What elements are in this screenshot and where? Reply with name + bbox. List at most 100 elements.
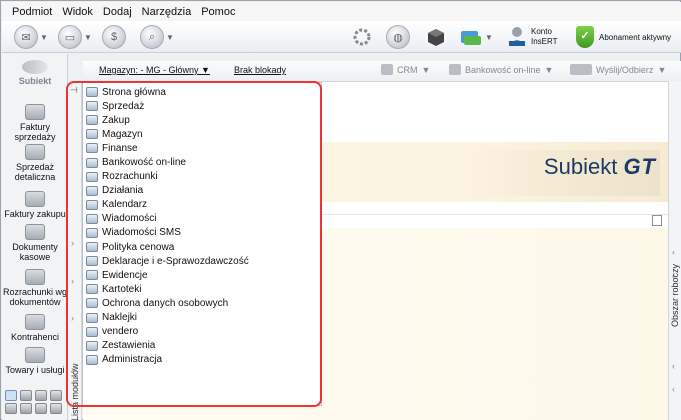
sms-icon (86, 227, 98, 238)
module-label: Zakup (102, 114, 130, 126)
nav-label: Kontrahenci (10, 332, 60, 342)
new-document-button[interactable]: ✉ ▼ (14, 25, 48, 49)
document-icon[interactable] (652, 215, 662, 226)
chevron-down-icon: ▼ (40, 32, 48, 42)
module-label: Naklejki (102, 312, 138, 324)
nav-faktury-sprzedazy[interactable]: Faktury sprzedaży (2, 104, 68, 142)
price-policy-icon (86, 242, 98, 253)
shortcut-icon[interactable] (5, 403, 17, 414)
shortcut-icon[interactable] (20, 403, 32, 414)
home-icon (86, 87, 98, 98)
reports-icon (86, 340, 98, 351)
module-item[interactable]: Zakup (83, 113, 321, 127)
magazyn-selector[interactable]: Magazyn: - MG - Główny ▼ (99, 65, 210, 75)
module-item[interactable]: Działania (83, 184, 321, 198)
shortcut-icon[interactable] (50, 390, 62, 401)
module-item[interactable]: Bankowość on-line (83, 155, 321, 169)
module-item[interactable]: Kalendarz (83, 198, 321, 212)
module-item[interactable]: Ochrona danych osobowych (83, 296, 321, 310)
cash-button[interactable]: $ (102, 25, 126, 49)
main-toolbar: ✉ ▼ ▭ ▼ $ ⌕ ▼ ◍ ▼ Konto InsERT ✓ Aboname… (2, 21, 681, 53)
cube-icon (424, 25, 448, 49)
module-item[interactable]: Polityka cenowa (83, 240, 321, 254)
module-item[interactable]: Zestawienia (83, 339, 321, 353)
chevron-right-icon: › (71, 238, 74, 248)
cards-icon (86, 284, 98, 295)
module-label: Polityka cenowa (102, 241, 175, 253)
module-item[interactable]: Wiadomości SMS (83, 226, 321, 240)
module-item[interactable]: vendero (83, 325, 321, 339)
crm-button[interactable]: CRM ▼ (381, 64, 430, 75)
logo-swirl-icon (22, 60, 48, 74)
globe-button[interactable]: ◍ (386, 25, 410, 49)
nav-dokumenty-kasowe[interactable]: Dokumenty kasowe (2, 224, 68, 262)
shortcut-icon[interactable] (35, 390, 47, 401)
abonament-status[interactable]: ✓ Abonament aktywny (576, 26, 671, 48)
save-button[interactable]: ▭ ▼ (58, 25, 92, 49)
module-item[interactable]: Administracja (83, 353, 321, 367)
nav-sprzedaz-detaliczna[interactable]: Sprzedaż detaliczna (2, 144, 68, 182)
module-label: Ochrona danych osobowych (102, 297, 229, 309)
pin-icon[interactable]: ⊣ (70, 85, 78, 96)
module-item[interactable]: Magazyn (83, 127, 321, 141)
shortcut-icon[interactable] (20, 390, 32, 401)
shortcut-icon[interactable] (35, 403, 47, 414)
box-button[interactable] (424, 25, 448, 49)
menu-dodaj[interactable]: Dodaj (98, 6, 137, 18)
gear-icon (350, 25, 374, 49)
module-item[interactable]: Sprzedaż (83, 99, 321, 113)
nav-kontrahenci[interactable]: Kontrahenci (2, 314, 68, 342)
folder-icon: ▭ (58, 25, 82, 49)
konto-provider: InsERT (531, 37, 558, 46)
module-item[interactable]: Wiadomości (83, 212, 321, 226)
menu-narzedzia[interactable]: Narzędzia (137, 6, 197, 18)
menu-pomoc[interactable]: Pomoc (196, 6, 240, 18)
shortcut-icon[interactable] (5, 390, 17, 401)
finance-icon (86, 143, 98, 154)
modules-strip-label: Lista modułów (70, 363, 80, 420)
module-label: Kartoteki (102, 283, 142, 295)
info-bar: Magazyn: - MG - Główny ▼ Brak blokady CR… (83, 61, 681, 81)
wyslij-odbierz-button[interactable]: Wyślij/Odbierz ▼ (570, 64, 666, 75)
module-item[interactable]: Deklaracje i e-Sprawozdawczość (83, 254, 321, 268)
modules-strip[interactable]: ⊣ › › › › Lista modułów (68, 81, 82, 420)
globe-icon: ◍ (386, 25, 410, 49)
shortcut-icon[interactable] (50, 403, 62, 414)
chevron-down-icon: ▼ (485, 32, 493, 42)
menu-podmiot[interactable]: Podmiot (7, 6, 57, 18)
bankowosc-button[interactable]: Bankowość on-line ▼ (449, 64, 553, 75)
module-label: Działania (102, 185, 144, 197)
admin-icon (86, 354, 98, 365)
cloud-button[interactable]: ▼ (459, 25, 493, 49)
module-label: Kalendarz (102, 199, 148, 211)
module-item[interactable]: Strona główna (83, 85, 321, 99)
chevron-right-icon: › (71, 276, 74, 286)
module-label: Wiadomości (102, 213, 157, 225)
nav-label: Faktury sprzedaży (14, 122, 56, 142)
user-icon (507, 26, 527, 48)
module-item[interactable]: Naklejki (83, 311, 321, 325)
konto-insert-button[interactable]: Konto InsERT (507, 26, 558, 48)
search-button[interactable]: ⌕ ▼ (140, 25, 174, 49)
menu-bar: Podmiot Widok Dodaj Narzędzia Pomoc (2, 2, 681, 21)
module-item[interactable]: Kartoteki (83, 282, 321, 296)
modules-list-panel: Strona główna Sprzedaż Zakup Magazyn Fin… (82, 82, 322, 406)
module-item[interactable]: Ewidencje (83, 268, 321, 282)
module-item[interactable]: Finanse (83, 141, 321, 155)
module-item[interactable]: Rozrachunki (83, 170, 321, 184)
workspace-strip[interactable]: ‹ ‹ ‹ ‹ Obszar roboczy (668, 81, 681, 420)
module-label: Ewidencje (102, 269, 148, 281)
nav-rozrachunki[interactable]: Rozrachunki wg dokumentów (2, 269, 68, 307)
left-navigation: Subiekt Faktury sprzedaży Sprzedaż detal… (2, 54, 68, 420)
refresh-button[interactable] (350, 25, 374, 49)
logo-label: Subiekt (18, 76, 52, 86)
declarations-icon (86, 256, 98, 267)
goods-icon (25, 347, 45, 363)
nav-towary-i-uslugi[interactable]: Towary i usługi (2, 347, 68, 375)
calendar-icon (86, 199, 98, 210)
menu-widok[interactable]: Widok (57, 6, 98, 18)
nav-faktury-zakupu[interactable]: Faktury zakupu (2, 191, 68, 219)
brak-blokady-link[interactable]: Brak blokady (234, 65, 286, 75)
module-label: Magazyn (102, 128, 143, 140)
wyslij-label: Wyślij/Odbierz (596, 64, 654, 75)
